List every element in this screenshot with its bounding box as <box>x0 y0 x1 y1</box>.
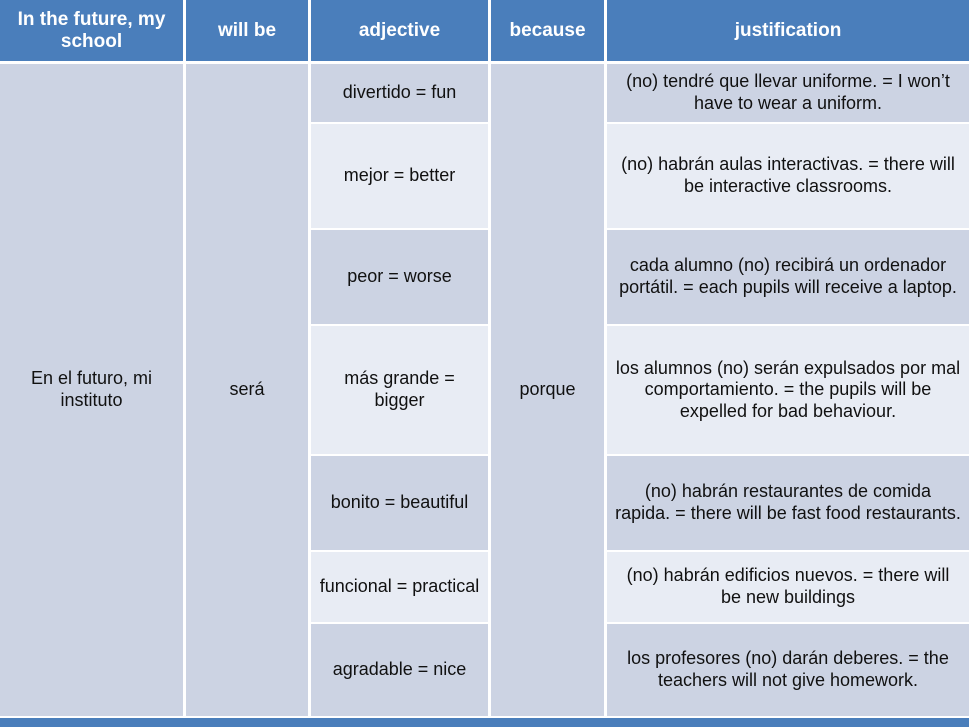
table-row: En el futuro, mi instituto será divertid… <box>0 64 969 716</box>
cell-justification: los profesores (no) darán deberes. = the… <box>607 624 969 716</box>
cell-justification: (no) habrán edificios nuevos. = there wi… <box>607 552 969 624</box>
cell-adjective: más grande = bigger <box>311 326 491 456</box>
cell-adjective: funcional = practical <box>311 552 491 624</box>
header-row: In the future, my school will be adjecti… <box>0 0 969 64</box>
sentence-builder-table: In the future, my school will be adjecti… <box>0 0 969 716</box>
cell-adjective: agradable = nice <box>311 624 491 716</box>
cell-verb-merged: será <box>186 64 311 716</box>
cell-justification: (no) habrán restaurantes de comida rapid… <box>607 456 969 552</box>
cell-justification: (no) habrán aulas interactivas. = there … <box>607 124 969 230</box>
bottom-accent-bar <box>0 716 969 727</box>
table-body: En el futuro, mi instituto será divertid… <box>0 64 969 716</box>
header-cell-because: because <box>491 0 607 64</box>
table-header: In the future, my school will be adjecti… <box>0 0 969 64</box>
cell-adjective: divertido = fun <box>311 64 491 124</box>
cell-adjective: mejor = better <box>311 124 491 230</box>
cell-because-merged: porque <box>491 64 607 716</box>
cell-justification: los alumnos (no) serán expulsados por ma… <box>607 326 969 456</box>
cell-justification: (no) tendré que llevar uniforme. = I won… <box>607 64 969 124</box>
cell-subject-merged: En el futuro, mi instituto <box>0 64 186 716</box>
header-cell-justification: justification <box>607 0 969 64</box>
header-cell-subject: In the future, my school <box>0 0 186 64</box>
cell-justification: cada alumno (no) recibirá un ordenador p… <box>607 230 969 326</box>
cell-adjective: bonito = beautiful <box>311 456 491 552</box>
cell-adjective: peor = worse <box>311 230 491 326</box>
header-cell-adjective: adjective <box>311 0 491 64</box>
table-sheet: In the future, my school will be adjecti… <box>0 0 969 727</box>
header-cell-verb: will be <box>186 0 311 64</box>
